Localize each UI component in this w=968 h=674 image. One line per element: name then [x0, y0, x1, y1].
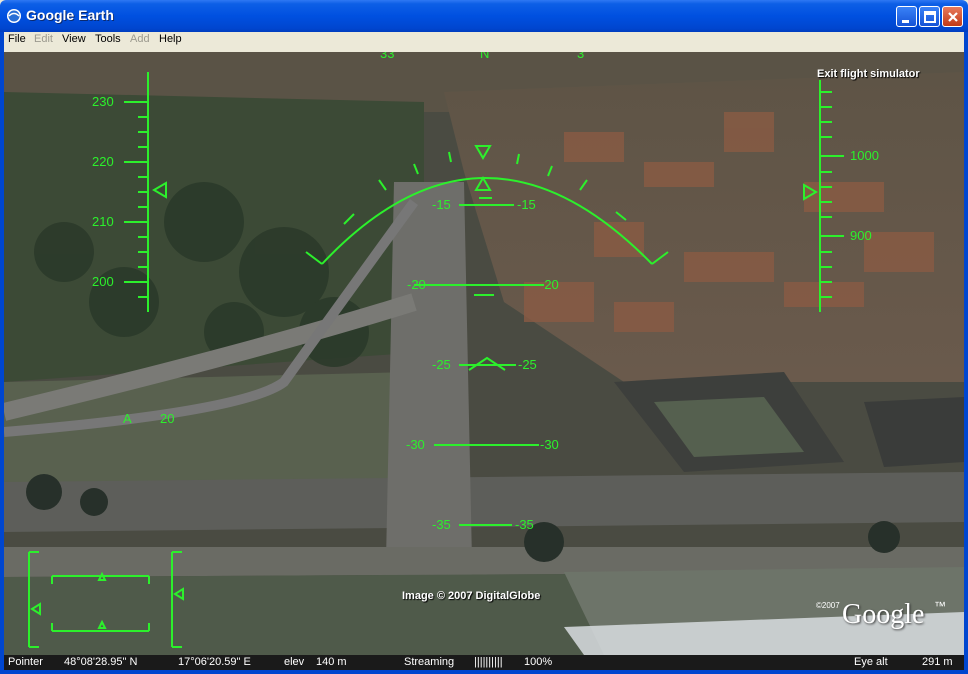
- speed-tick-label: 230: [92, 94, 114, 109]
- minimize-icon: [902, 20, 909, 23]
- window-title: Google Earth: [26, 7, 114, 23]
- imagery-credit: Image © 2007 DigitalGlobe: [402, 590, 541, 602]
- menu-edit[interactable]: Edit: [34, 33, 53, 45]
- menu-file[interactable]: File: [8, 33, 26, 45]
- earth-3d-view[interactable]: 230 220 210 200 1000 900 33 N 3 -15 -15 …: [4, 52, 964, 655]
- pointer-latitude: 48°08'28.95" N: [64, 656, 138, 668]
- pitch-label-left: -35: [432, 517, 451, 532]
- window-frame-bottom[interactable]: [0, 670, 968, 674]
- google-earth-icon: [7, 9, 21, 23]
- heading-tick-label: 33: [380, 52, 395, 61]
- app-window: Google Earth File Edit View Tools Add He…: [0, 0, 968, 674]
- menu-tools[interactable]: Tools: [95, 33, 121, 45]
- heading-tick-label: 3: [577, 52, 585, 61]
- streaming-progress: ||||||||||: [474, 656, 503, 668]
- pitch-label-left: -30: [406, 437, 425, 452]
- autopilot-mode-letter: A: [123, 411, 132, 426]
- pitch-label-right: -30: [540, 437, 559, 452]
- maximize-icon: [924, 11, 936, 23]
- heading-caret-icon: [474, 176, 492, 191]
- window-frame-right[interactable]: [964, 32, 968, 674]
- logo-trademark: ™: [934, 599, 946, 613]
- elevation-value: 140 m: [316, 656, 347, 668]
- altitude-tick-label: 1000: [850, 148, 879, 163]
- pitch-label-left: -25: [432, 357, 451, 372]
- pitch-label-left: -15: [432, 197, 451, 212]
- speed-tick-label: 210: [92, 214, 114, 229]
- menu-view[interactable]: View: [62, 33, 86, 45]
- exit-flight-simulator-link[interactable]: Exit flight simulator: [817, 68, 920, 80]
- minimize-button[interactable]: [896, 6, 917, 27]
- close-button[interactable]: [942, 6, 963, 27]
- pitch-label-right: -35: [515, 517, 534, 532]
- title-bar[interactable]: Google Earth: [0, 0, 968, 32]
- flight-hud: [28, 72, 844, 648]
- altitude-tick-label: 900: [850, 228, 872, 243]
- menu-bar: File Edit View Tools Add Help: [4, 32, 964, 52]
- logo-year: ©2007: [816, 601, 840, 610]
- pitch-label-right: -15: [517, 197, 536, 212]
- menu-add[interactable]: Add: [130, 33, 150, 45]
- logo-brand: Google: [842, 599, 925, 630]
- close-icon: [948, 12, 958, 22]
- altitude-indicator-arrow: [803, 183, 818, 201]
- pointer-longitude: 17°06'20.59" E: [178, 656, 251, 668]
- autopilot-mode-value: 20: [160, 411, 175, 426]
- speed-tick-label: 220: [92, 154, 114, 169]
- google-logo: ©2007 Google ™: [816, 597, 956, 637]
- streaming-label: Streaming: [404, 656, 455, 668]
- eye-alt-value: 291 m: [922, 656, 953, 668]
- heading-tick-label: N: [480, 52, 490, 61]
- eye-alt-label: Eye alt: [854, 656, 888, 668]
- window-frame-left[interactable]: [0, 32, 4, 674]
- pitch-label-right: -20: [540, 277, 559, 292]
- speed-indicator-arrow: [152, 181, 167, 199]
- streaming-percent: 100%: [524, 656, 553, 668]
- pointer-label: Pointer: [8, 656, 43, 668]
- speed-tick-label: 200: [92, 274, 114, 289]
- maximize-button[interactable]: [919, 6, 940, 27]
- elevation-label: elev: [284, 656, 305, 668]
- pitch-label-left: -20: [407, 277, 426, 292]
- pitch-label-right: -25: [518, 357, 537, 372]
- status-bar: Pointer 48°08'28.95" N 17°06'20.59" E el…: [4, 655, 964, 670]
- menu-help[interactable]: Help: [159, 33, 182, 45]
- bank-pointer-icon: [474, 145, 492, 160]
